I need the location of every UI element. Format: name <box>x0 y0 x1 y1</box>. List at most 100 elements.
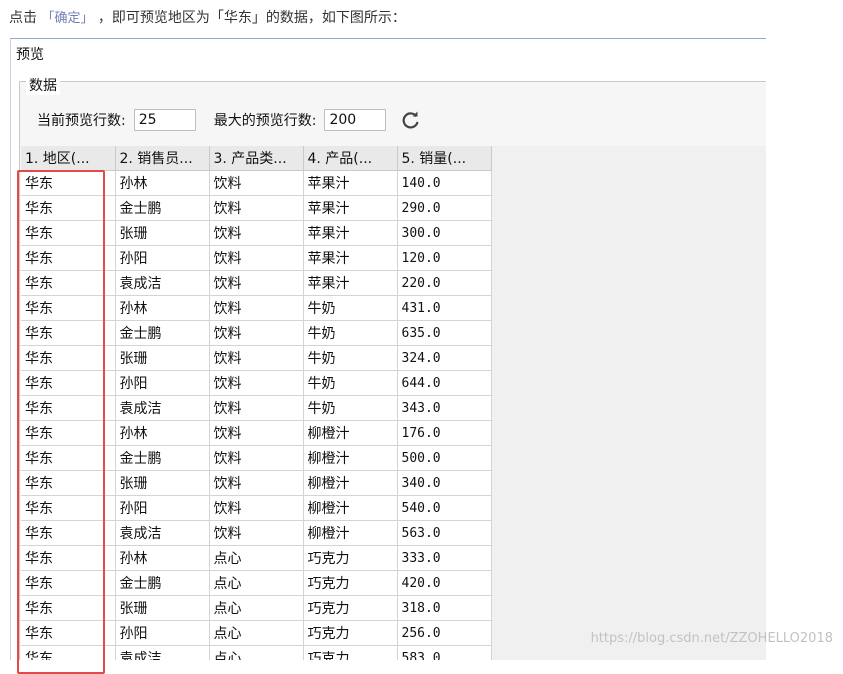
table-cell[interactable]: 巧克力 <box>303 570 398 596</box>
table-cell[interactable]: 563.0 <box>397 520 492 546</box>
table-row[interactable]: 华东 金士鹏 饮料 苹果汁 290.0 <box>21 195 492 221</box>
table-cell[interactable]: 华东 <box>21 345 116 371</box>
table-cell[interactable]: 柳橙汁 <box>303 495 398 521</box>
table-cell[interactable]: 饮料 <box>209 445 304 471</box>
table-cell[interactable]: 华东 <box>21 445 116 471</box>
table-cell[interactable]: 柳橙汁 <box>303 470 398 496</box>
table-cell[interactable]: 华东 <box>21 645 116 660</box>
table-cell[interactable]: 牛奶 <box>303 320 398 346</box>
column-header[interactable]: 1. 地区(... <box>21 146 116 171</box>
table-cell[interactable]: 290.0 <box>397 195 492 221</box>
table-cell[interactable]: 120.0 <box>397 245 492 271</box>
table-cell[interactable]: 500.0 <box>397 445 492 471</box>
table-row[interactable]: 华东 张珊 饮料 柳橙汁 340.0 <box>21 470 492 496</box>
table-cell[interactable]: 袁成洁 <box>115 395 210 421</box>
table-cell[interactable]: 饮料 <box>209 220 304 246</box>
table-cell[interactable]: 牛奶 <box>303 345 398 371</box>
table-row[interactable]: 华东 金士鹏 点心 巧克力 420.0 <box>21 570 492 596</box>
table-cell[interactable]: 巧克力 <box>303 595 398 621</box>
table-cell[interactable]: 340.0 <box>397 470 492 496</box>
table-cell[interactable]: 苹果汁 <box>303 220 398 246</box>
table-cell[interactable]: 牛奶 <box>303 370 398 396</box>
table-cell[interactable]: 华东 <box>21 220 116 246</box>
table-cell[interactable]: 孙林 <box>115 295 210 321</box>
table-cell[interactable]: 金士鹏 <box>115 320 210 346</box>
table-cell[interactable]: 柳橙汁 <box>303 420 398 446</box>
table-cell[interactable]: 柳橙汁 <box>303 520 398 546</box>
table-row[interactable]: 华东 袁成洁 点心 巧克力 583.0 <box>21 645 492 660</box>
table-cell[interactable]: 金士鹏 <box>115 195 210 221</box>
table-cell[interactable]: 点心 <box>209 645 304 660</box>
table-row[interactable]: 华东 金士鹏 饮料 柳橙汁 500.0 <box>21 445 492 471</box>
table-cell[interactable]: 318.0 <box>397 595 492 621</box>
table-row[interactable]: 华东 孙林 饮料 牛奶 431.0 <box>21 295 492 321</box>
table-cell[interactable]: 饮料 <box>209 170 304 196</box>
table-cell[interactable]: 点心 <box>209 570 304 596</box>
table-row[interactable]: 华东 张珊 饮料 牛奶 324.0 <box>21 345 492 371</box>
table-cell[interactable]: 华东 <box>21 495 116 521</box>
table-row[interactable]: 华东 孙阳 饮料 苹果汁 120.0 <box>21 245 492 271</box>
table-cell[interactable]: 巧克力 <box>303 545 398 571</box>
table-cell[interactable]: 张珊 <box>115 220 210 246</box>
table-row[interactable]: 华东 袁成洁 饮料 柳橙汁 563.0 <box>21 520 492 546</box>
table-cell[interactable]: 华东 <box>21 320 116 346</box>
table-cell[interactable]: 巧克力 <box>303 645 398 660</box>
table-cell[interactable]: 苹果汁 <box>303 170 398 196</box>
table-cell[interactable]: 华东 <box>21 420 116 446</box>
table-cell[interactable]: 华东 <box>21 595 116 621</box>
table-cell[interactable]: 140.0 <box>397 170 492 196</box>
table-row[interactable]: 华东 张珊 饮料 苹果汁 300.0 <box>21 220 492 246</box>
table-cell[interactable]: 饮料 <box>209 270 304 296</box>
table-cell[interactable]: 苹果汁 <box>303 195 398 221</box>
table-row[interactable]: 华东 孙林 饮料 苹果汁 140.0 <box>21 170 492 196</box>
table-cell[interactable]: 华东 <box>21 545 116 571</box>
table-cell[interactable]: 644.0 <box>397 370 492 396</box>
table-cell[interactable]: 金士鹏 <box>115 570 210 596</box>
column-header[interactable]: 2. 销售员... <box>115 146 210 171</box>
table-cell[interactable]: 孙阳 <box>115 370 210 396</box>
table-cell[interactable]: 牛奶 <box>303 295 398 321</box>
table-cell[interactable]: 176.0 <box>397 420 492 446</box>
column-header[interactable]: 3. 产品类... <box>209 146 304 171</box>
table-cell[interactable]: 饮料 <box>209 470 304 496</box>
table-cell[interactable]: 牛奶 <box>303 395 398 421</box>
table-row[interactable]: 华东 孙阳 饮料 牛奶 644.0 <box>21 370 492 396</box>
table-row[interactable]: 华东 孙阳 点心 巧克力 256.0 <box>21 620 492 646</box>
table-cell[interactable]: 孙阳 <box>115 495 210 521</box>
refresh-icon[interactable] <box>400 109 422 131</box>
table-cell[interactable]: 点心 <box>209 620 304 646</box>
current-rows-input[interactable] <box>133 109 196 131</box>
table-cell[interactable]: 饮料 <box>209 395 304 421</box>
table-cell[interactable]: 635.0 <box>397 320 492 346</box>
table-cell[interactable]: 袁成洁 <box>115 645 210 660</box>
table-cell[interactable]: 343.0 <box>397 395 492 421</box>
table-cell[interactable]: 256.0 <box>397 620 492 646</box>
table-row[interactable]: 华东 孙阳 饮料 柳橙汁 540.0 <box>21 495 492 521</box>
table-row[interactable]: 华东 袁成洁 饮料 牛奶 343.0 <box>21 395 492 421</box>
table-row[interactable]: 华东 孙林 点心 巧克力 333.0 <box>21 545 492 571</box>
table-cell[interactable]: 孙林 <box>115 545 210 571</box>
table-cell[interactable]: 华东 <box>21 520 116 546</box>
table-cell[interactable]: 华东 <box>21 570 116 596</box>
table-cell[interactable]: 333.0 <box>397 545 492 571</box>
table-cell[interactable]: 袁成洁 <box>115 270 210 296</box>
table-cell[interactable]: 420.0 <box>397 570 492 596</box>
table-cell[interactable]: 华东 <box>21 195 116 221</box>
table-cell[interactable]: 华东 <box>21 370 116 396</box>
table-cell[interactable]: 孙林 <box>115 170 210 196</box>
table-cell[interactable]: 饮料 <box>209 195 304 221</box>
table-cell[interactable]: 饮料 <box>209 320 304 346</box>
table-cell[interactable]: 540.0 <box>397 495 492 521</box>
table-cell[interactable]: 华东 <box>21 470 116 496</box>
table-cell[interactable]: 饮料 <box>209 520 304 546</box>
table-cell[interactable]: 饮料 <box>209 420 304 446</box>
table-cell[interactable]: 金士鹏 <box>115 445 210 471</box>
table-cell[interactable]: 华东 <box>21 295 116 321</box>
table-cell[interactable]: 巧克力 <box>303 620 398 646</box>
table-cell[interactable]: 张珊 <box>115 595 210 621</box>
table-cell[interactable]: 饮料 <box>209 295 304 321</box>
column-header[interactable]: 5. 销量(... <box>397 146 492 171</box>
table-cell[interactable]: 袁成洁 <box>115 520 210 546</box>
table-cell[interactable]: 柳橙汁 <box>303 445 398 471</box>
table-row[interactable]: 华东 张珊 点心 巧克力 318.0 <box>21 595 492 621</box>
